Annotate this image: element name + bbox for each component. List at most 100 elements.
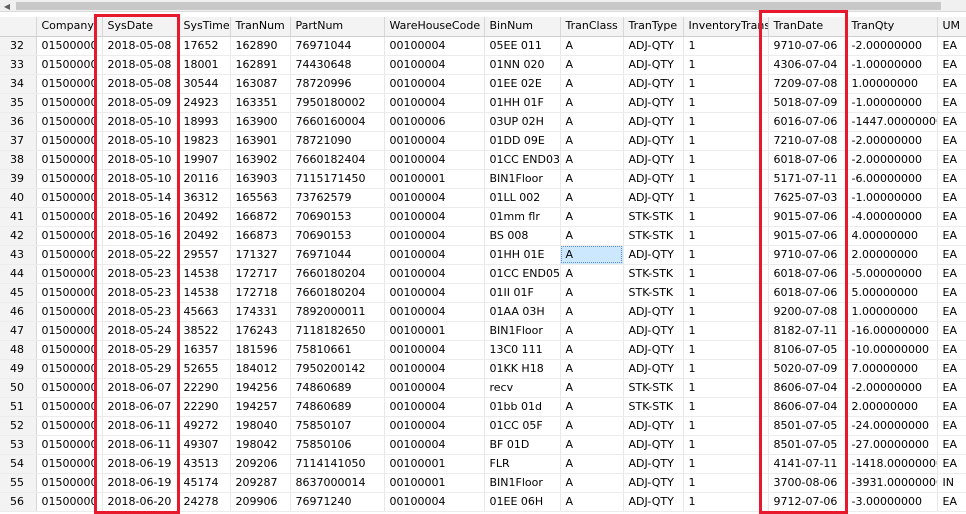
cell-tranqty[interactable]: 5.00000000 — [846, 283, 938, 303]
cell-trantype[interactable]: STK-STK — [623, 207, 684, 227]
cell-inventorytrans[interactable]: 1 — [683, 245, 769, 265]
cell-systime[interactable]: 19823 — [178, 131, 231, 151]
cell-trannum[interactable]: 163903 — [230, 169, 291, 189]
cell-tranqty[interactable]: 2.00000000 — [846, 397, 938, 417]
row-number[interactable]: 51 — [0, 397, 37, 417]
cell-binnum[interactable]: 01EE 06H — [484, 492, 561, 512]
cell-tranqty[interactable]: -1.00000000 — [846, 188, 938, 208]
cell-systime[interactable]: 16357 — [178, 340, 231, 360]
cell-binnum[interactable]: 01CC END05 — [484, 264, 561, 284]
cell-tranclass[interactable]: A — [560, 454, 624, 474]
cell-warehousecode[interactable]: 00100004 — [384, 492, 485, 512]
cell-trantype[interactable]: STK-STK — [623, 397, 684, 417]
cell-um[interactable]: EA — [937, 93, 966, 113]
table-row[interactable]: 56 01500000 2018-06-20 24278 209906 76971240 0… — [0, 492, 966, 512]
cell-trantype[interactable]: ADJ-QTY — [623, 55, 684, 75]
cell-warehousecode[interactable]: 00100004 — [384, 340, 485, 360]
cell-company[interactable]: 01500000 — [36, 74, 103, 94]
cell-inventorytrans[interactable]: 1 — [683, 74, 769, 94]
cell-binnum[interactable]: BIN1Floor — [484, 169, 561, 189]
cell-company[interactable]: 01500000 — [36, 492, 103, 512]
row-number[interactable]: 32 — [0, 36, 37, 56]
cell-company[interactable]: 01500000 — [36, 131, 103, 151]
cell-warehousecode[interactable]: 00100006 — [384, 112, 485, 132]
cell-trandate[interactable]: 7209-07-08 — [768, 74, 847, 94]
row-number[interactable]: 36 — [0, 112, 37, 132]
cell-partnum[interactable]: 78720996 — [290, 74, 385, 94]
cell-trannum[interactable]: 172718 — [230, 283, 291, 303]
cell-trantype[interactable]: ADJ-QTY — [623, 302, 684, 322]
cell-trantype[interactable]: ADJ-QTY — [623, 112, 684, 132]
cell-binnum[interactable]: BIN1Floor — [484, 473, 561, 493]
cell-systime[interactable]: 19907 — [178, 150, 231, 170]
cell-trandate[interactable]: 9712-07-06 — [768, 492, 847, 512]
table-row[interactable]: 51 01500000 2018-06-07 22290 194257 74860689 0… — [0, 397, 966, 417]
cell-tranclass[interactable]: A — [560, 435, 624, 455]
cell-trannum[interactable]: 172717 — [230, 264, 291, 284]
row-number[interactable]: 52 — [0, 416, 37, 436]
cell-tranclass[interactable]: A — [560, 188, 624, 208]
cell-warehousecode[interactable]: 00100004 — [384, 55, 485, 75]
cell-partnum[interactable]: 75850106 — [290, 435, 385, 455]
cell-inventorytrans[interactable]: 1 — [683, 169, 769, 189]
cell-inventorytrans[interactable]: 1 — [683, 112, 769, 132]
cell-systime[interactable]: 18993 — [178, 112, 231, 132]
cell-trantype[interactable]: ADJ-QTY — [623, 435, 684, 455]
cell-inventorytrans[interactable]: 1 — [683, 93, 769, 113]
cell-binnum[interactable]: 01mm flr — [484, 207, 561, 227]
cell-um[interactable]: EA — [937, 416, 966, 436]
cell-trandate[interactable]: 8606-07-04 — [768, 397, 847, 417]
cell-company[interactable]: 01500000 — [36, 93, 103, 113]
cell-trandate[interactable]: 8501-07-05 — [768, 416, 847, 436]
cell-tranclass[interactable]: A — [560, 416, 624, 436]
cell-tranclass[interactable]: A — [560, 131, 624, 151]
table-row[interactable]: 32 01500000 2018-05-08 17652 162890 76971044 0… — [0, 36, 966, 56]
row-number[interactable]: 56 — [0, 492, 37, 512]
cell-partnum[interactable]: 7950200142 — [290, 359, 385, 379]
cell-inventorytrans[interactable]: 1 — [683, 150, 769, 170]
table-row[interactable]: 54 01500000 2018-06-19 43513 209206 711414105… — [0, 454, 966, 474]
cell-partnum[interactable]: 76971240 — [290, 492, 385, 512]
cell-sysdate[interactable]: 2018-05-23 — [102, 283, 179, 303]
cell-warehousecode[interactable]: 00100004 — [384, 74, 485, 94]
table-row[interactable]: 38 01500000 2018-05-10 19907 163902 766018240… — [0, 150, 966, 170]
row-number[interactable]: 33 — [0, 55, 37, 75]
cell-company[interactable]: 01500000 — [36, 454, 103, 474]
cell-sysdate[interactable]: 2018-05-09 — [102, 93, 179, 113]
cell-inventorytrans[interactable]: 1 — [683, 340, 769, 360]
cell-um[interactable]: EA — [937, 340, 966, 360]
cell-partnum[interactable]: 75810661 — [290, 340, 385, 360]
row-number[interactable]: 50 — [0, 378, 37, 398]
horizontal-scrollbar[interactable]: ◀ — [0, 0, 966, 12]
cell-trantype[interactable]: ADJ-QTY — [623, 188, 684, 208]
cell-inventorytrans[interactable]: 1 — [683, 302, 769, 322]
cell-tranclass[interactable]: A — [560, 226, 624, 246]
cell-trannum[interactable]: 184012 — [230, 359, 291, 379]
row-number[interactable]: 42 — [0, 226, 37, 246]
cell-warehousecode[interactable]: 00100004 — [384, 226, 485, 246]
cell-trannum[interactable]: 198042 — [230, 435, 291, 455]
cell-trannum[interactable]: 163902 — [230, 150, 291, 170]
cell-trannum[interactable]: 163087 — [230, 74, 291, 94]
cell-inventorytrans[interactable]: 1 — [683, 226, 769, 246]
cell-um[interactable]: EA — [937, 378, 966, 398]
cell-partnum[interactable]: 7660180204 — [290, 283, 385, 303]
cell-binnum[interactable]: 01II 01F — [484, 283, 561, 303]
cell-trandate[interactable]: 7210-07-08 — [768, 131, 847, 151]
cell-warehousecode[interactable]: 00100004 — [384, 264, 485, 284]
cell-warehousecode[interactable]: 00100004 — [384, 150, 485, 170]
cell-tranclass[interactable]: A — [560, 492, 624, 512]
cell-company[interactable]: 01500000 — [36, 340, 103, 360]
cell-company[interactable]: 01500000 — [36, 150, 103, 170]
row-number[interactable]: 55 — [0, 473, 37, 493]
cell-binnum[interactable]: BS 008 — [484, 226, 561, 246]
cell-warehousecode[interactable]: 00100004 — [384, 302, 485, 322]
table-row[interactable]: 49 01500000 2018-05-29 52655 184012 795020014… — [0, 359, 966, 379]
row-number[interactable]: 54 — [0, 454, 37, 474]
cell-sysdate[interactable]: 2018-05-24 — [102, 321, 179, 341]
cell-trandate[interactable]: 8182-07-11 — [768, 321, 847, 341]
cell-tranclass[interactable]: A — [560, 359, 624, 379]
cell-systime[interactable]: 52655 — [178, 359, 231, 379]
column-header-binnum[interactable]: BinNum — [484, 17, 561, 37]
cell-inventorytrans[interactable]: 1 — [683, 359, 769, 379]
